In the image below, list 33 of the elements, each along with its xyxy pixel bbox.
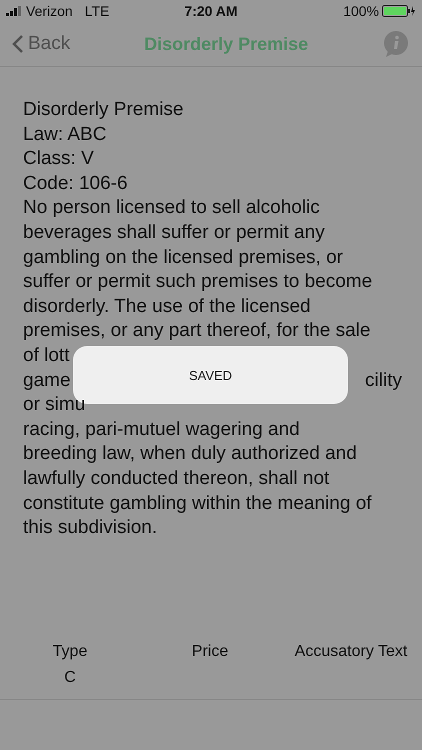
battery-icon (382, 5, 416, 17)
column-header: Price (190, 642, 230, 662)
screen-title: Disorderly Premise (144, 34, 308, 54)
carrier-name: Verizon (26, 3, 73, 19)
clock-time: 7:20 AM (184, 3, 238, 19)
body-text: cility (365, 368, 402, 393)
body-text: Code: 106-6 (23, 172, 128, 196)
body-text: Class: V (23, 147, 94, 172)
body-text: game (23, 368, 71, 393)
body-text: No person licensed to sell alcoholic (23, 196, 320, 220)
body-text: suffer or permit such premises to become (23, 270, 372, 294)
body-text: Disorderly Premise (23, 98, 184, 122)
body-text: or simu (23, 393, 86, 418)
info-icon[interactable] (382, 31, 410, 57)
signal-icon (6, 6, 22, 16)
body-text: this subdivision. (23, 516, 158, 540)
body-text: constitute gambling within the meaning of (23, 492, 372, 516)
body-text: beverages shall suffer or permit any (23, 220, 325, 245)
battery-percent: 100% (343, 3, 379, 19)
chevron-icon (12, 34, 24, 54)
body-text: premises, or any part thereof, for the sale (23, 319, 370, 344)
column-header: Accusatory Text (294, 642, 408, 662)
column-header: Type (52, 642, 88, 662)
back-button[interactable]: Back (12, 33, 70, 55)
body-text: lawfully conducted thereon, shall not (23, 466, 330, 491)
body-text: gambling on the licensed premises, or (23, 246, 344, 270)
network-type: LTE (84, 3, 110, 19)
body-text: of lott (23, 344, 70, 368)
body-text: breeding law, when duly authorized and (23, 442, 357, 466)
body-text: Law: ABC (23, 122, 106, 147)
body-text: racing, pari-mutuel wagering and (23, 418, 300, 442)
table-cell-text: C (63, 668, 77, 688)
body-text: disorderly. The use of the licensed (23, 294, 311, 319)
